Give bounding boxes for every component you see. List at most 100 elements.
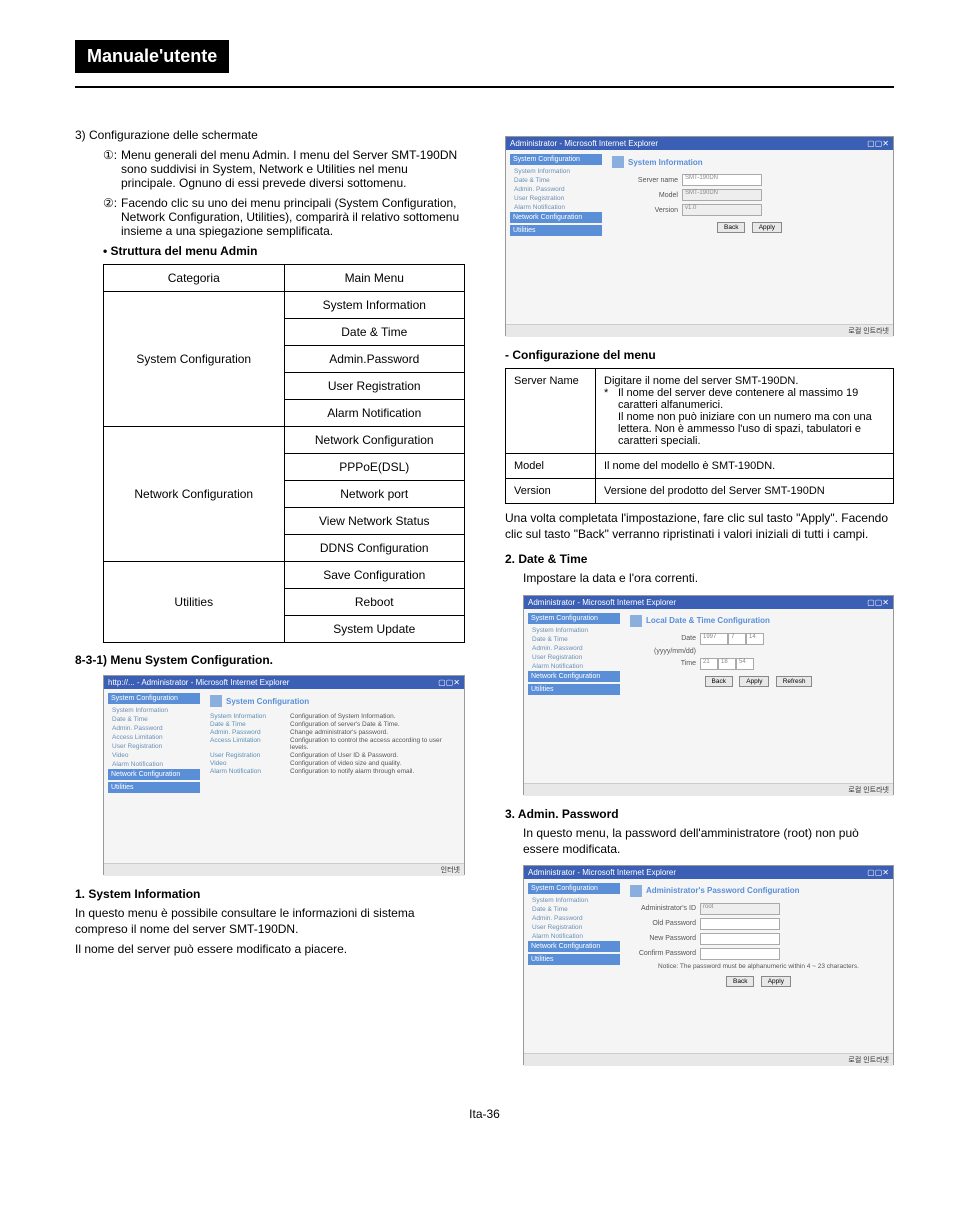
asterisk-icon: *	[604, 387, 618, 447]
ss-side-item[interactable]: Admin. Password	[510, 185, 602, 194]
ss1-list-l[interactable]: Date & Time	[210, 721, 290, 728]
left-column: 3) Configurazione delle schermate ①: Men…	[75, 128, 465, 1077]
lbl-version: Version	[612, 207, 682, 214]
ss-side-item[interactable]: Admin. Password	[528, 644, 620, 653]
ss-side-item[interactable]: System Information	[528, 896, 620, 905]
cfg-key-version: Version	[506, 479, 596, 504]
circled-1: ①:	[103, 148, 121, 190]
ss-side-util[interactable]: Utilities	[528, 684, 620, 695]
ss1-side-sysconf[interactable]: System Configuration	[108, 693, 200, 704]
lbl-date-fmt: (yyyy/mm/dd)	[630, 648, 700, 655]
ss-side-item[interactable]: System Information	[528, 626, 620, 635]
window-controls-icon: ▢▢✕	[438, 678, 460, 687]
field-time-s[interactable]: 54	[736, 658, 754, 670]
apply-button[interactable]: Apply	[752, 222, 782, 233]
ss-side-util[interactable]: Utilities	[528, 954, 620, 965]
config-menu-title: - Configurazione del menu	[505, 348, 894, 362]
step-3-title: 3) Configurazione delle schermate	[75, 128, 465, 142]
sec-831-title: 8-3-1) Menu System Configuration.	[75, 653, 465, 667]
field-newpwd[interactable]	[700, 933, 780, 945]
ss1-list-l[interactable]: User Registration	[210, 752, 290, 759]
field-servername[interactable]: SMT-190DN	[682, 174, 762, 186]
ss1-side-item[interactable]: User Registration	[108, 742, 200, 751]
ss1-list-r: Configuration to control the access acco…	[290, 737, 458, 751]
cfg-val-servername: Digitare il nome del server SMT-190DN. *…	[596, 369, 894, 454]
info-icon	[612, 156, 624, 168]
field-model: SMT-190DN	[682, 189, 762, 201]
ss-pwd-titlebar: Administrator - Microsoft Internet Explo…	[528, 868, 676, 877]
ss-side-netconf[interactable]: Network Configuration	[528, 671, 620, 682]
lbl-model: Model	[612, 192, 682, 199]
ss1-side-item[interactable]: Admin. Password	[108, 724, 200, 733]
cfg-servername-main: Digitare il nome del server SMT-190DN.	[604, 375, 798, 387]
ss-side-item[interactable]: Date & Time	[510, 176, 602, 185]
field-time-h[interactable]: 21	[700, 658, 718, 670]
ss-side-sysconf[interactable]: System Configuration	[510, 154, 602, 165]
ss-side-item[interactable]: User Registration	[528, 923, 620, 932]
lbl-adminid: Administrator's ID	[630, 905, 700, 912]
back-button[interactable]: Back	[717, 222, 745, 233]
refresh-button[interactable]: Refresh	[776, 676, 813, 687]
field-date-d[interactable]: 14	[746, 633, 764, 645]
screenshot-sysinfo: Administrator - Microsoft Internet Explo…	[505, 136, 894, 336]
ss-sysinfo-status: 로컬 인트라넷	[506, 324, 893, 337]
sec1-p1: In questo menu è possibile consultare le…	[75, 905, 465, 937]
ss-side-sysconf[interactable]: System Configuration	[528, 883, 620, 894]
ss1-side-item[interactable]: Alarm Notification	[108, 760, 200, 769]
mm-update: System Update	[284, 616, 465, 643]
mm-ddns: DDNS Configuration	[284, 535, 465, 562]
ss-pwd-status: 로컬 인트라넷	[524, 1053, 893, 1066]
mm-netport: Network port	[284, 481, 465, 508]
field-oldpwd[interactable]	[700, 918, 780, 930]
ss1-list-l[interactable]: Alarm Notification	[210, 768, 290, 775]
cfg-val-model: Il nome del modello è SMT-190DN.	[596, 454, 894, 479]
ss-side-item[interactable]: Alarm Notification	[528, 662, 620, 671]
ss-side-item[interactable]: Admin. Password	[528, 914, 620, 923]
ss1-list-l[interactable]: Admin. Password	[210, 729, 290, 736]
ss1-titlebar: http://... - Administrator - Microsoft I…	[108, 678, 289, 687]
ss-side-item[interactable]: Alarm Notification	[528, 932, 620, 941]
ss-side-item[interactable]: User Registration	[510, 194, 602, 203]
config-menu-table: Server Name Digitare il nome del server …	[505, 368, 894, 504]
ss1-side-item[interactable]: Video	[108, 751, 200, 760]
ss1-side-item[interactable]: System Information	[108, 706, 200, 715]
sec3-body: In questo menu, la password dell'amminis…	[505, 825, 894, 857]
lbl-oldpwd: Old Password	[630, 920, 700, 927]
cat-network: Network Configuration	[104, 427, 285, 562]
ss-side-netconf[interactable]: Network Configuration	[510, 212, 602, 223]
mm-netconf: Network Configuration	[284, 427, 465, 454]
back-button[interactable]: Back	[705, 676, 733, 687]
ss-side-item[interactable]: Alarm Notification	[510, 203, 602, 212]
ss-side-sysconf[interactable]: System Configuration	[528, 613, 620, 624]
ss-dt-titlebar: Administrator - Microsoft Internet Explo…	[528, 598, 676, 607]
window-controls-icon: ▢▢✕	[867, 598, 889, 607]
mm-alarm: Alarm Notification	[284, 400, 465, 427]
ss1-side-item[interactable]: Date & Time	[108, 715, 200, 724]
ss-side-netconf[interactable]: Network Configuration	[528, 941, 620, 952]
ss1-side-util[interactable]: Utilities	[108, 782, 200, 793]
back-button[interactable]: Back	[726, 976, 754, 987]
ss-side-util[interactable]: Utilities	[510, 225, 602, 236]
apply-button[interactable]: Apply	[739, 676, 769, 687]
field-date-y[interactable]: 1997	[700, 633, 728, 645]
ss1-list-l[interactable]: System Information	[210, 713, 290, 720]
ss1-side-item[interactable]: Access Limitation	[108, 733, 200, 742]
ss-side-item[interactable]: Date & Time	[528, 635, 620, 644]
ss-dt-status: 로컬 인트라넷	[524, 783, 893, 796]
ss1-list-l[interactable]: Access Limitation	[210, 737, 290, 751]
apply-button[interactable]: Apply	[761, 976, 791, 987]
ss-side-item[interactable]: Date & Time	[528, 905, 620, 914]
ss1-list-r: Configuration of video size and quality.	[290, 760, 458, 767]
screenshot-password: Administrator - Microsoft Internet Explo…	[523, 865, 894, 1065]
ss-side-item[interactable]: System Information	[510, 167, 602, 176]
ss1-side-netconf[interactable]: Network Configuration	[108, 769, 200, 780]
ss1-list-l[interactable]: Video	[210, 760, 290, 767]
field-confpwd[interactable]	[700, 948, 780, 960]
ss-side-item[interactable]: User Registration	[528, 653, 620, 662]
col-header-mainmenu: Main Menu	[284, 265, 465, 292]
ss-pwd-title: Administrator's Password Configuration	[646, 886, 799, 895]
window-controls-icon: ▢▢✕	[867, 868, 889, 877]
field-date-m[interactable]: 7	[728, 633, 746, 645]
screenshot-system-config: http://... - Administrator - Microsoft I…	[103, 675, 465, 875]
field-time-m[interactable]: 18	[718, 658, 736, 670]
